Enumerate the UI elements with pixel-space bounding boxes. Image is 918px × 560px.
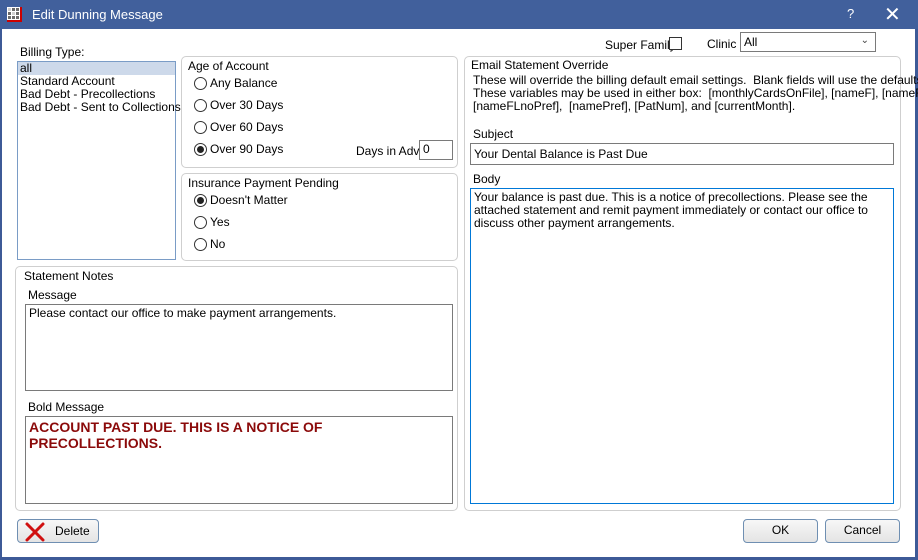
radio-button-icon — [194, 237, 207, 251]
dialog-body: Billing Type: all Standard Account Bad D… — [2, 29, 918, 557]
days-in-adv-label: Days in Adv — [356, 144, 420, 158]
radio-button-selected-icon — [194, 193, 207, 207]
radio-any-balance[interactable]: Any Balance — [194, 76, 277, 90]
age-of-account-title: Age of Account — [188, 59, 269, 73]
title-bar: Edit Dunning Message ? ✕ — [0, 0, 918, 29]
delete-button[interactable]: Delete — [17, 519, 99, 543]
delete-label: Delete — [55, 524, 90, 538]
app-grid-icon — [7, 7, 22, 22]
clinic-selected-value: All — [744, 35, 758, 49]
subject-input[interactable]: Your Dental Balance is Past Due — [470, 143, 894, 165]
radio-button-icon — [194, 215, 207, 229]
delete-x-icon — [24, 521, 46, 550]
age-of-account-group: Age of Account Any Balance Over 30 Days … — [181, 56, 458, 168]
radio-label: Yes — [210, 215, 230, 229]
radio-doesnt-matter[interactable]: Doesn't Matter — [194, 193, 288, 207]
radio-label: Over 30 Days — [210, 98, 284, 112]
statement-notes-title: Statement Notes — [24, 269, 114, 283]
radio-no[interactable]: No — [194, 237, 225, 251]
message-label: Message — [28, 288, 77, 302]
email-override-description: These will override the billing default … — [473, 73, 918, 113]
subject-label: Subject — [473, 127, 514, 141]
billing-type-label: Billing Type: — [20, 45, 85, 59]
super-family-checkbox[interactable] — [669, 37, 682, 50]
insurance-payment-pending-title: Insurance Payment Pending — [188, 176, 339, 190]
bold-message-label: Bold Message — [28, 400, 105, 414]
radio-button-icon — [194, 98, 207, 112]
clinic-label: Clinic — [707, 37, 737, 51]
email-override-group: Email Statement Override These will over… — [464, 56, 918, 511]
radio-over-90[interactable]: Over 90 Days — [194, 142, 283, 156]
statement-notes-group: Statement Notes Message Please contact o… — [15, 266, 458, 511]
radio-button-selected-icon — [194, 142, 207, 156]
insurance-payment-pending-group: Insurance Payment Pending Doesn't Matter… — [181, 173, 458, 261]
bold-message-textarea[interactable]: ACCOUNT PAST DUE. THIS IS A NOTICE OF PR… — [25, 416, 453, 504]
dialog-window: Edit Dunning Message ? ✕ Billing Type: a… — [0, 0, 918, 560]
billing-type-item[interactable]: Bad Debt - Sent to Collections — [18, 101, 181, 114]
help-icon[interactable]: ? — [847, 6, 854, 21]
close-icon[interactable]: ✕ — [884, 2, 901, 27]
window-title: Edit Dunning Message — [32, 7, 163, 22]
message-textarea[interactable]: Please contact our office to make paymen… — [25, 304, 453, 391]
radio-label: No — [210, 237, 226, 251]
super-family-label: Super Family — [605, 38, 676, 52]
radio-over-30[interactable]: Over 30 Days — [194, 98, 283, 112]
radio-label: Any Balance — [210, 76, 278, 90]
radio-button-icon — [194, 120, 207, 134]
body-label: Body — [473, 172, 501, 186]
radio-over-60[interactable]: Over 60 Days — [194, 120, 283, 134]
radio-label: Doesn't Matter — [210, 193, 288, 207]
days-in-adv-input[interactable]: 0 — [419, 140, 453, 160]
cancel-button[interactable]: Cancel — [825, 519, 900, 543]
chevron-down-icon: ⌄ — [860, 35, 869, 46]
radio-label: Over 60 Days — [210, 120, 284, 134]
ok-button[interactable]: OK — [743, 519, 818, 543]
email-override-title: Email Statement Override — [471, 58, 609, 72]
billing-type-list[interactable]: all Standard Account Bad Debt - Precolle… — [17, 61, 181, 260]
radio-button-icon — [194, 76, 207, 90]
radio-label: Over 90 Days — [210, 142, 284, 156]
clinic-select[interactable]: All ⌄ — [740, 32, 876, 52]
radio-yes[interactable]: Yes — [194, 215, 230, 229]
body-textarea[interactable]: Your balance is past due. This is a noti… — [470, 188, 894, 504]
